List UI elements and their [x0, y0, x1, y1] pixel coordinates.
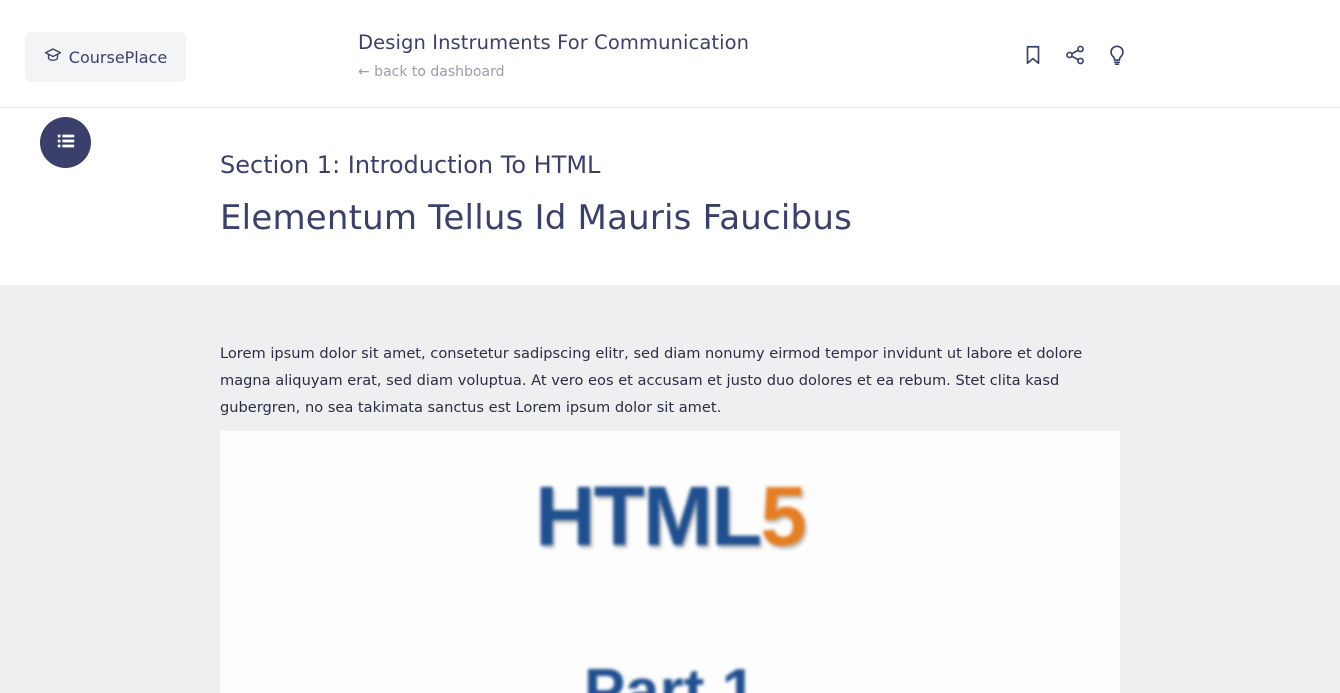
- brand-home-link[interactable]: CoursePlace: [25, 32, 186, 82]
- graduation-cap-icon: [44, 46, 62, 68]
- brand-label: CoursePlace: [68, 47, 168, 67]
- lightbulb-icon[interactable]: [1104, 42, 1130, 68]
- list-icon: [55, 130, 77, 156]
- top-header: CoursePlace Design Instruments For Commu…: [0, 0, 1340, 108]
- section-label: Section 1: Introduction To HTML: [220, 151, 601, 179]
- part-label: Part 1: [583, 657, 757, 693]
- html5-logo-version: 5: [760, 469, 807, 563]
- share-icon[interactable]: [1062, 42, 1088, 68]
- back-to-dashboard-link[interactable]: ← back to dashboard: [358, 64, 504, 80]
- lesson-title: Elementum Tellus Id Mauris Faucibus: [220, 198, 852, 238]
- lesson-body-text: Lorem ipsum dolor sit amet, consetetur s…: [220, 345, 1083, 416]
- course-title: Design Instruments For Communication: [358, 31, 750, 54]
- html5-logo: HTML5: [0, 468, 1340, 565]
- bookmark-icon[interactable]: [1020, 42, 1046, 68]
- table-of-contents-button[interactable]: [40, 117, 91, 168]
- html5-logo-main: HTML: [535, 469, 762, 563]
